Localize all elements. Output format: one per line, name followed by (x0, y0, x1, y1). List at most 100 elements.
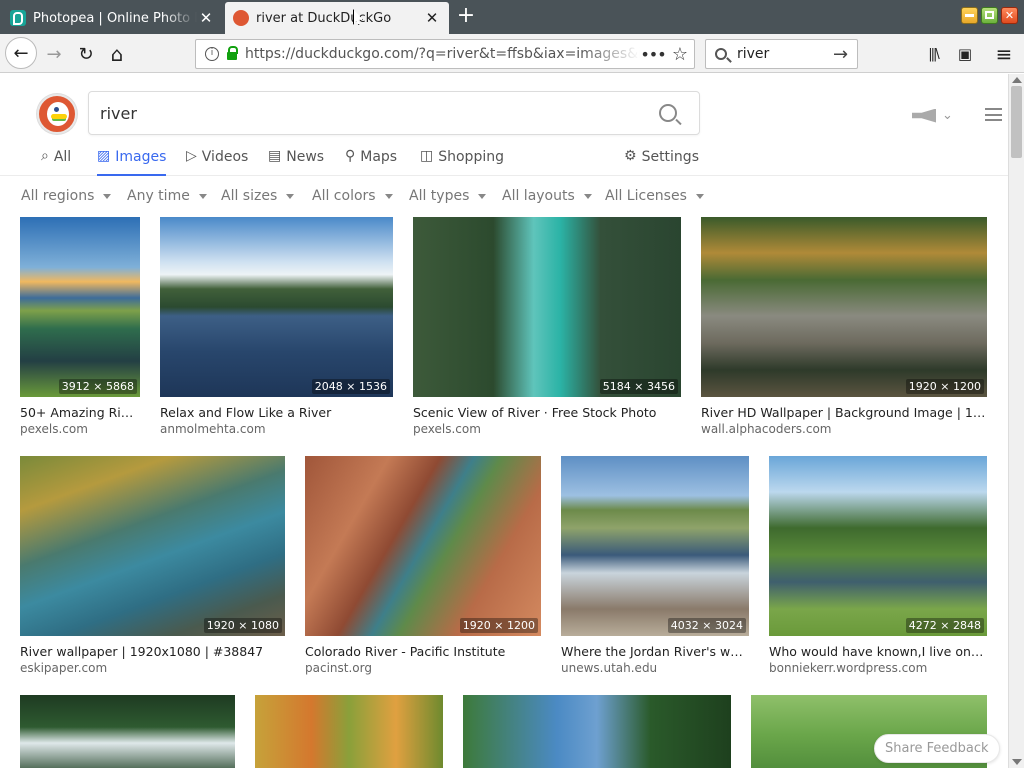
result-source[interactable]: pexels.com (20, 422, 140, 436)
forward-button[interactable]: → (40, 40, 68, 68)
close-tab-icon[interactable]: ✕ (197, 9, 215, 27)
maximize-icon (985, 11, 994, 19)
search-input[interactable]: river (100, 104, 659, 123)
duckduckgo-icon (233, 10, 249, 26)
home-button[interactable]: ⌂ (103, 40, 131, 68)
search-go-icon[interactable]: → (833, 44, 857, 65)
scroll-up-icon[interactable] (1012, 77, 1022, 83)
filter-label: All colors (312, 188, 376, 204)
photopea-icon (10, 10, 26, 26)
map-pin-icon: ⚲ (345, 148, 356, 164)
result-source[interactable]: pexels.com (413, 422, 681, 436)
close-tab-icon[interactable]: ✕ (423, 9, 441, 27)
bookmark-star-icon[interactable]: ☆ (666, 44, 694, 65)
result-thumbnail[interactable]: 4272 × 2848 (769, 456, 987, 636)
address-bar[interactable]: i https://duckduckgo.com/?q=river&t=ffsb… (195, 39, 695, 69)
menu-icon[interactable]: ≡ (994, 42, 1014, 66)
result-thumbnail[interactable]: 4032 × 3024 (561, 456, 749, 636)
filter-types[interactable]: All types (409, 188, 487, 204)
result-title[interactable]: Where the Jordan River's waters go (561, 644, 749, 659)
tab-label: Images (115, 149, 167, 165)
browser-search-bar[interactable]: river → (705, 39, 858, 69)
result-title[interactable]: Colorado River - Pacific Institute (305, 644, 541, 659)
browser-search-input[interactable]: river (737, 46, 833, 62)
result-thumbnail[interactable] (463, 695, 731, 768)
search-box[interactable]: river (88, 91, 700, 135)
image-result[interactable] (20, 695, 235, 768)
result-thumbnail[interactable] (255, 695, 443, 768)
new-tab-button[interactable]: + (455, 5, 477, 27)
image-result[interactable] (255, 695, 443, 768)
image-dimensions: 3912 × 5868 (58, 379, 137, 394)
result-source[interactable]: eskipaper.com (20, 661, 285, 675)
tab-settings[interactable]: ⚙ Settings (624, 148, 699, 176)
tab-label: Videos (201, 149, 249, 165)
filter-licenses[interactable]: All Licenses (605, 188, 704, 204)
tab-maps[interactable]: ⚲ Maps (345, 148, 397, 176)
result-thumbnail[interactable]: 1920 × 1200 (305, 456, 541, 636)
back-button[interactable]: ← (5, 37, 37, 69)
result-title[interactable]: Relax and Flow Like a River (160, 405, 393, 420)
result-source[interactable]: wall.alphacoders.com (701, 422, 987, 436)
filter-regions[interactable]: All regions (21, 188, 112, 204)
tab-news[interactable]: ▤ News (268, 148, 324, 176)
minimize-button[interactable] (961, 7, 978, 24)
share-feedback-button[interactable]: Share Feedback (874, 734, 1000, 763)
result-thumbnail[interactable]: 5184 × 3456 (413, 217, 681, 397)
tab-photopea[interactable]: Photopea | Online Photo Editor ✕ (2, 2, 223, 34)
scroll-down-icon[interactable] (1012, 759, 1022, 765)
scrollbar-thumb[interactable] (1011, 86, 1022, 158)
caret-down-icon (103, 193, 112, 199)
image-result[interactable]: 4272 × 2848 Who would have known,I live … (769, 456, 987, 675)
result-source[interactable]: unews.utah.edu (561, 661, 749, 675)
filter-time[interactable]: Any time (127, 188, 207, 204)
duckduckgo-logo[interactable] (37, 94, 77, 134)
tab-images[interactable]: ▨ Images (97, 148, 167, 176)
image-result[interactable]: 1920 × 1200 Colorado River - Pacific Ins… (305, 456, 541, 675)
tab-videos[interactable]: ▷ Videos (186, 148, 248, 176)
result-thumbnail[interactable]: 3912 × 5868 (20, 217, 140, 397)
result-source[interactable]: bonniekerr.wordpress.com (769, 661, 987, 675)
image-result[interactable]: 1920 × 1080 River wallpaper | 1920x1080 … (20, 456, 285, 675)
result-thumbnail[interactable] (20, 695, 235, 768)
image-result[interactable]: 5184 × 3456 Scenic View of River · Free … (413, 217, 681, 436)
filter-layouts[interactable]: All layouts (502, 188, 592, 204)
image-result[interactable]: 4032 × 3024 Where the Jordan River's wat… (561, 456, 749, 675)
settings-sliders-icon: ⚙ (624, 148, 637, 164)
result-title[interactable]: Scenic View of River · Free Stock Photo (413, 405, 681, 420)
image-result[interactable]: 2048 × 1536 Relax and Flow Like a River … (160, 217, 393, 436)
library-icon[interactable]: |||\ (923, 44, 943, 64)
result-title[interactable]: River HD Wallpaper | Background Image | … (701, 405, 987, 420)
tab-duckduckgo[interactable]: river at DuckDuckGo ✕ (225, 2, 449, 34)
image-dimensions: 5184 × 3456 (599, 379, 678, 394)
result-title[interactable]: 50+ Amazing River Pictures (20, 405, 140, 420)
filter-sizes[interactable]: All sizes (221, 188, 295, 204)
url-text[interactable]: https://duckduckgo.com/?q=river&t=ffsb&i… (245, 46, 640, 62)
caret-down-icon (478, 193, 487, 199)
hamburger-menu-icon[interactable] (985, 108, 1002, 121)
info-icon[interactable]: i (205, 47, 219, 61)
result-thumbnail[interactable]: 1920 × 1080 (20, 456, 285, 636)
maximize-button[interactable] (981, 7, 998, 24)
result-title[interactable]: River wallpaper | 1920x1080 | #38847 (20, 644, 285, 659)
tab-shopping[interactable]: ◫ Shopping (420, 148, 504, 176)
sidebar-icon[interactable]: ▣ (955, 44, 975, 64)
promo-dropdown[interactable]: ⌄ (912, 108, 953, 123)
filter-colors[interactable]: All colors (312, 188, 393, 204)
image-result[interactable]: 1920 × 1200 River HD Wallpaper | Backgro… (701, 217, 987, 436)
navigation-toolbar: ← → ↻ ⌂ i https://duckduckgo.com/?q=rive… (0, 34, 1024, 73)
image-result[interactable]: 3912 × 5868 50+ Amazing River Pictures p… (20, 217, 140, 436)
search-icon[interactable] (659, 104, 677, 122)
page-scrollbar[interactable] (1008, 74, 1024, 768)
result-source[interactable]: pacinst.org (305, 661, 541, 675)
page-actions-icon[interactable]: ••• (640, 45, 666, 64)
result-thumbnail[interactable]: 1920 × 1200 (701, 217, 987, 397)
result-thumbnail[interactable]: 2048 × 1536 (160, 217, 393, 397)
tab-all[interactable]: ⌕ All (41, 148, 71, 176)
filter-label: All types (409, 188, 470, 204)
result-title[interactable]: Who would have known,I live on a river (769, 644, 987, 659)
result-source[interactable]: anmolmehta.com (160, 422, 393, 436)
reload-button[interactable]: ↻ (72, 40, 100, 68)
image-result[interactable] (463, 695, 731, 768)
close-window-button[interactable]: ✕ (1001, 7, 1018, 24)
